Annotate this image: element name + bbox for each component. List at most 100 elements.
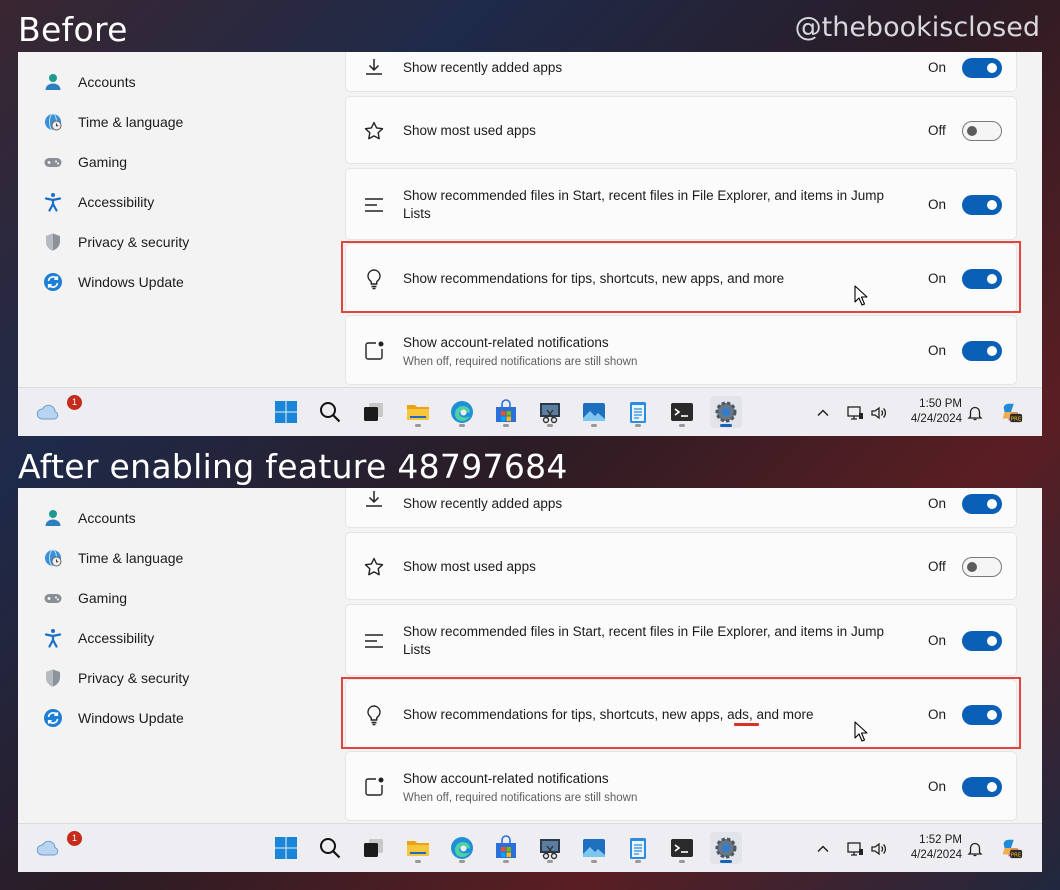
mouse-cursor-icon	[854, 721, 870, 743]
sidebar-item-label: Accessibility	[78, 630, 155, 646]
terminal-icon[interactable]	[666, 396, 698, 428]
setting-account-notifications: Show account-related notifications When …	[345, 315, 1017, 385]
volume-icon[interactable]	[868, 838, 890, 860]
sidebar-item-label: Accounts	[78, 74, 136, 90]
sidebar-item-label: Gaming	[78, 154, 128, 170]
toggle-switch[interactable]	[962, 121, 1002, 141]
start-icon[interactable]	[270, 832, 302, 864]
copilot-icon[interactable]: PRE	[998, 835, 1024, 861]
notepad-icon[interactable]	[622, 832, 654, 864]
list-icon	[362, 193, 386, 217]
bell-icon[interactable]	[964, 838, 986, 860]
taskbar: 1 1:50 PM 4/24/2024 PRE	[18, 387, 1042, 436]
store-icon[interactable]	[490, 396, 522, 428]
notepad-icon[interactable]	[622, 396, 654, 428]
settings-icon[interactable]	[710, 832, 742, 864]
setting-title: Show account-related notifications	[403, 771, 609, 786]
search-icon[interactable]	[314, 832, 346, 864]
list-icon	[362, 629, 386, 653]
toggle-switch[interactable]	[962, 195, 1002, 215]
running-indicator	[503, 424, 509, 427]
task-view-icon[interactable]	[358, 832, 390, 864]
task-view-icon[interactable]	[358, 396, 390, 428]
sidebar-item-accessibility[interactable]: Accessibility	[42, 622, 154, 654]
before-caption: Before	[18, 10, 128, 49]
toggle-switch[interactable]	[962, 777, 1002, 797]
copilot-icon[interactable]: PRE	[998, 399, 1024, 425]
gamepad-icon	[42, 587, 64, 609]
running-indicator	[720, 860, 732, 863]
snipping-tool-icon[interactable]	[534, 832, 566, 864]
highlight-box	[341, 677, 1021, 749]
star-icon	[362, 555, 386, 579]
widgets-weather-icon[interactable]	[32, 396, 64, 428]
system-clock[interactable]: 1:52 PM 4/24/2024	[896, 833, 962, 863]
toggle-switch[interactable]	[962, 557, 1002, 577]
mouse-cursor-icon	[854, 285, 870, 307]
file-explorer-icon[interactable]	[402, 832, 434, 864]
settings-sidebar: Accounts Time & language Gaming Accessib…	[18, 52, 338, 388]
sidebar-item-label: Accounts	[78, 510, 136, 526]
sidebar-item-accessibility[interactable]: Accessibility	[42, 186, 154, 218]
running-indicator	[415, 860, 421, 863]
clock-date: 4/24/2024	[910, 413, 962, 425]
highlight-box	[341, 241, 1021, 313]
svg-text:PRE: PRE	[1011, 416, 1022, 422]
volume-icon[interactable]	[868, 402, 890, 424]
settings-sidebar: Accounts Time & language Gaming Accessib…	[18, 488, 338, 824]
toggle-switch[interactable]	[962, 58, 1002, 78]
before-screenshot: Accounts Time & language Gaming Accessib…	[18, 52, 1042, 436]
start-icon[interactable]	[270, 396, 302, 428]
sidebar-item-accounts[interactable]: Accounts	[42, 66, 136, 98]
sidebar-item-time-language[interactable]: Time & language	[42, 106, 183, 138]
toggle-state: Off	[928, 559, 946, 574]
sidebar-item-label: Time & language	[78, 114, 184, 130]
settings-icon[interactable]	[710, 396, 742, 428]
toggle-state: On	[928, 197, 947, 212]
sidebar-item-label: Time & language	[78, 550, 184, 566]
star-icon	[362, 119, 386, 143]
store-icon[interactable]	[490, 832, 522, 864]
edge-icon[interactable]	[446, 832, 478, 864]
toggle-switch[interactable]	[962, 494, 1002, 514]
sidebar-item-gaming[interactable]: Gaming	[42, 146, 127, 178]
setting-label: Show recommended files in Start, recent …	[403, 624, 884, 657]
toggle-state: On	[928, 633, 947, 648]
watermark: @thebookisclosed	[794, 12, 1040, 43]
edge-icon[interactable]	[446, 396, 478, 428]
sidebar-item-windows-update[interactable]: Windows Update	[42, 266, 184, 298]
sidebar-item-privacy-security[interactable]: Privacy & security	[42, 662, 189, 694]
setting-title: Show account-related notifications	[403, 335, 609, 350]
widgets-weather-icon[interactable]	[32, 832, 64, 864]
sidebar-item-gaming[interactable]: Gaming	[42, 582, 127, 614]
system-clock[interactable]: 1:50 PM 4/24/2024	[896, 397, 962, 427]
setting-recently-added-apps: Show recently added apps On	[345, 52, 1017, 92]
after-screenshot: Accounts Time & language Gaming Accessib…	[18, 488, 1042, 872]
sidebar-item-accounts[interactable]: Accounts	[42, 502, 136, 534]
running-indicator	[591, 860, 597, 863]
photos-icon[interactable]	[578, 832, 610, 864]
chevron-up-icon[interactable]	[812, 402, 834, 424]
toggle-switch[interactable]	[962, 341, 1002, 361]
network-icon[interactable]	[844, 402, 866, 424]
bell-icon[interactable]	[964, 402, 986, 424]
toggle-switch[interactable]	[962, 631, 1002, 651]
widgets-badge: 1	[67, 395, 82, 410]
snipping-tool-icon[interactable]	[534, 396, 566, 428]
file-explorer-icon[interactable]	[402, 396, 434, 428]
ads-underline	[734, 723, 759, 726]
running-indicator	[635, 860, 641, 863]
sidebar-item-time-language[interactable]: Time & language	[42, 542, 183, 574]
sidebar-item-label: Accessibility	[78, 194, 155, 210]
toggle-state: On	[928, 343, 947, 358]
widgets-badge: 1	[67, 831, 82, 846]
chevron-up-icon[interactable]	[812, 838, 834, 860]
network-icon[interactable]	[844, 838, 866, 860]
shield-icon	[42, 667, 64, 689]
accessibility-icon	[42, 627, 64, 649]
terminal-icon[interactable]	[666, 832, 698, 864]
search-icon[interactable]	[314, 396, 346, 428]
sidebar-item-privacy-security[interactable]: Privacy & security	[42, 226, 189, 258]
photos-icon[interactable]	[578, 396, 610, 428]
sidebar-item-windows-update[interactable]: Windows Update	[42, 702, 184, 734]
